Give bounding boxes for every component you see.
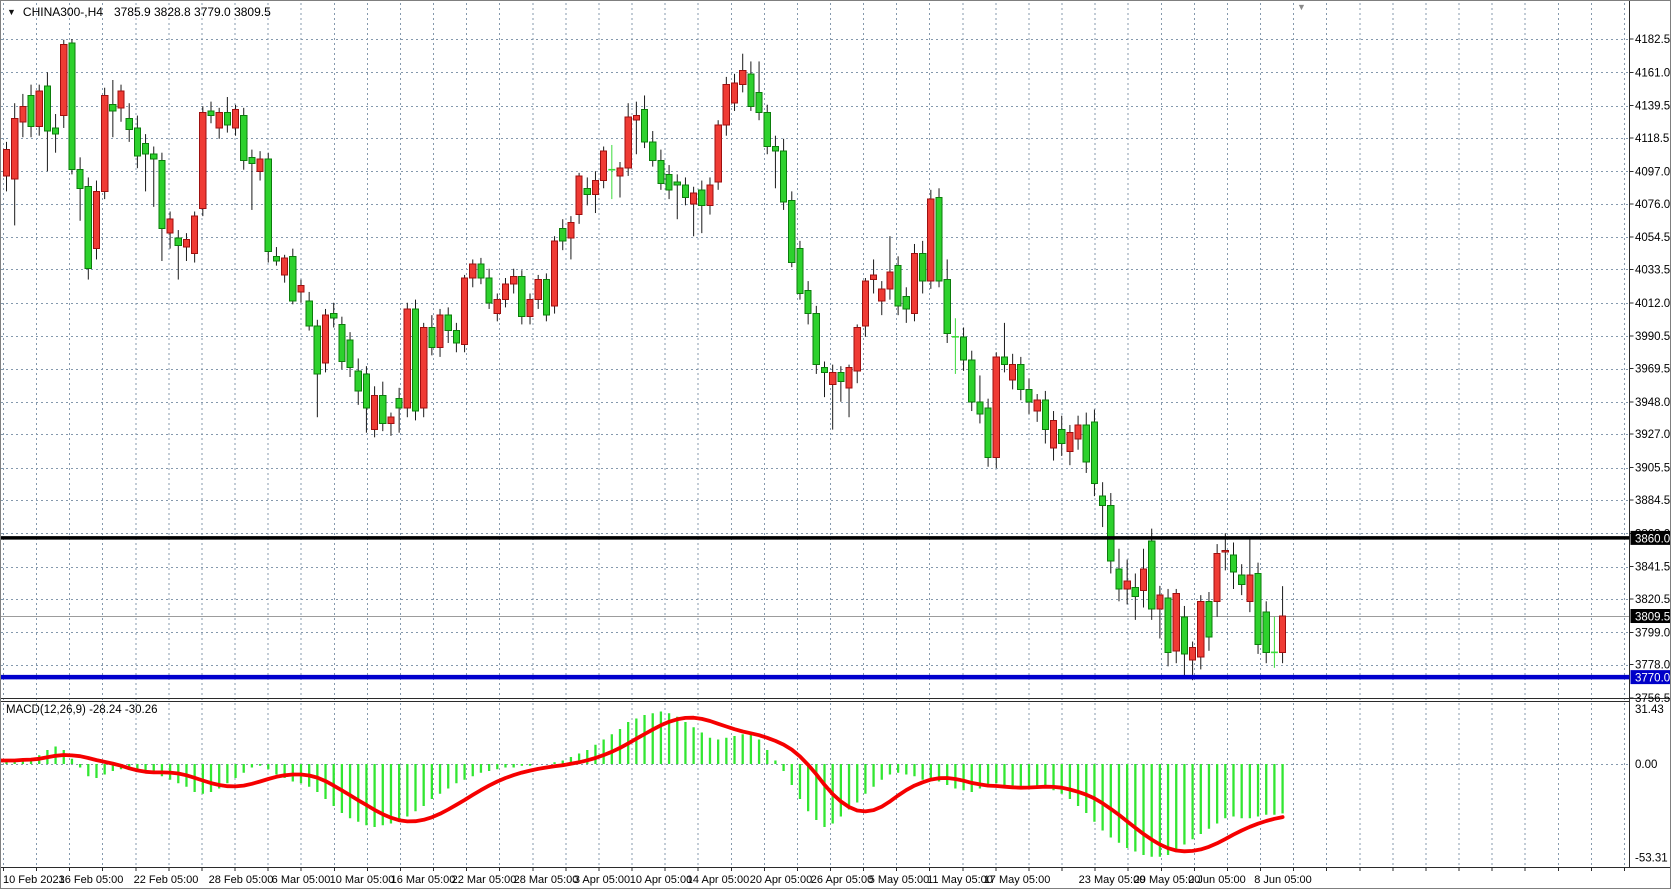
chart-shift-marker-icon[interactable]: ▼ [1297,2,1306,12]
svg-text:2 Jun 05:00: 2 Jun 05:00 [1188,874,1246,886]
svg-text:4139.5: 4139.5 [1635,101,1670,113]
svg-text:0.00: 0.00 [1635,759,1657,771]
svg-text:10 Apr 05:00: 10 Apr 05:00 [630,874,692,886]
macd-layer [1,712,1283,857]
svg-text:3820.5: 3820.5 [1635,594,1670,606]
svg-text:20 Apr 05:00: 20 Apr 05:00 [750,874,812,886]
svg-text:3841.5: 3841.5 [1635,562,1670,574]
price-chart[interactable]: 4182.5 4161.0 4139.5 4118.5 4097.0 4076.0 4054… [1,1,1671,889]
svg-text:22 Mar 05:00: 22 Mar 05:00 [452,874,517,886]
svg-text:3799.0: 3799.0 [1635,627,1670,639]
ohlc-values: 3785.9 3828.8 3779.0 3809.5 [114,5,271,19]
svg-text:5 May 05:00: 5 May 05:00 [869,874,930,886]
chart-dropdown-icon[interactable]: ▼ [7,7,16,17]
svg-text:4161.0: 4161.0 [1635,67,1670,79]
level-lines [1,538,1630,677]
svg-text:4033.5: 4033.5 [1635,264,1670,276]
svg-text:28 Feb 05:00: 28 Feb 05:00 [209,874,274,886]
svg-text:3905.5: 3905.5 [1635,463,1670,475]
svg-text:3990.5: 3990.5 [1635,331,1670,343]
macd-indicator-label: MACD(12,26,9) -28.24 -30.26 [6,704,158,716]
svg-text:10 Feb 2023: 10 Feb 2023 [3,874,65,886]
svg-text:3927.0: 3927.0 [1635,429,1670,441]
chart-title-bar: ▼ CHINA300-,H4 3785.9 3828.8 3779.0 3809… [7,5,271,19]
svg-text:4076.0: 4076.0 [1635,199,1670,211]
svg-text:3860.0: 3860.0 [1635,533,1670,545]
svg-text:6 Mar 05:00: 6 Mar 05:00 [272,874,331,886]
svg-text:10 Mar 05:00: 10 Mar 05:00 [330,874,395,886]
svg-text:4097.0: 4097.0 [1635,166,1670,178]
svg-text:16 Mar 05:00: 16 Mar 05:00 [391,874,456,886]
svg-text:17 May 05:00: 17 May 05:00 [984,874,1051,886]
svg-text:-53.31: -53.31 [1635,852,1668,864]
svg-text:3884.5: 3884.5 [1635,495,1670,507]
symbol-period-label: CHINA300-,H4 [23,5,103,19]
svg-text:3948.0: 3948.0 [1635,397,1670,409]
svg-text:14 Apr 05:00: 14 Apr 05:00 [687,874,749,886]
svg-text:8 Jun 05:00: 8 Jun 05:00 [1254,874,1312,886]
svg-text:4012.0: 4012.0 [1635,298,1670,310]
svg-text:26 Apr 05:00: 26 Apr 05:00 [811,874,873,886]
candles-layer [3,39,1285,680]
svg-text:4182.5: 4182.5 [1635,34,1670,46]
frame-layer [1,1,1671,871]
svg-text:28 Mar 05:00: 28 Mar 05:00 [514,874,579,886]
svg-text:3 Apr 05:00: 3 Apr 05:00 [574,874,630,886]
svg-text:3778.0: 3778.0 [1635,660,1670,672]
svg-text:16 Feb 05:00: 16 Feb 05:00 [59,874,124,886]
svg-text:4118.5: 4118.5 [1635,133,1669,145]
svg-text:22 Feb 05:00: 22 Feb 05:00 [134,874,199,886]
svg-text:3969.5: 3969.5 [1635,364,1670,376]
chart-window: 4182.5 4161.0 4139.5 4118.5 4097.0 4076.0 4054… [0,0,1671,889]
svg-text:31.43: 31.43 [1635,704,1664,716]
svg-text:3809.5: 3809.5 [1635,612,1670,624]
svg-text:4054.5: 4054.5 [1635,232,1670,244]
svg-text:3770.0: 3770.0 [1635,673,1670,685]
